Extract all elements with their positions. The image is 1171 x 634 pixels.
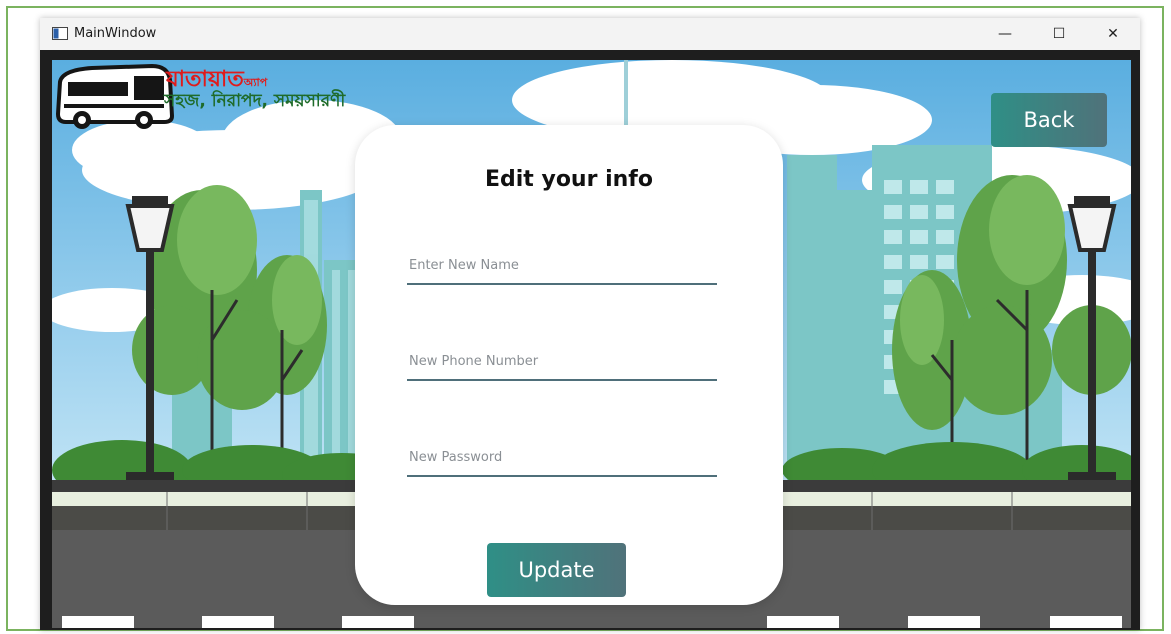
content-area: যাতায়াতঅ্যাপ সহজ, নিরাপদ, সময়সারণী Bac… [40, 50, 1140, 630]
maximize-icon: ☐ [1052, 26, 1066, 42]
maximize-button[interactable]: ☐ [1036, 18, 1082, 50]
close-button[interactable]: ✕ [1090, 18, 1136, 50]
new-name-input[interactable] [407, 247, 717, 285]
title-bar[interactable]: MainWindow — ☐ ✕ [40, 18, 1140, 50]
minimize-icon: — [998, 26, 1012, 42]
update-button[interactable]: Update [487, 543, 626, 597]
new-password-input[interactable] [407, 439, 717, 477]
back-button[interactable]: Back [991, 93, 1107, 147]
brand-tagline: সহজ, নিরাপদ, সময়সারণী [164, 91, 346, 111]
form-title: Edit your info [484, 167, 653, 192]
window-title: MainWindow [74, 26, 157, 41]
minimize-button[interactable]: — [982, 18, 1028, 50]
window-app-icon [52, 27, 68, 40]
new-phone-input[interactable] [407, 343, 717, 381]
main-window: MainWindow — ☐ ✕ যাতায়াতঅ্যাপ সহজ, নিরা… [40, 18, 1140, 630]
bus-icon [55, 63, 175, 129]
phone-field-wrapper [407, 343, 717, 383]
name-field-wrapper [407, 247, 717, 287]
close-icon: ✕ [1107, 26, 1119, 42]
edit-info-card: Edit your info Update [355, 125, 783, 605]
password-field-wrapper [407, 439, 717, 479]
